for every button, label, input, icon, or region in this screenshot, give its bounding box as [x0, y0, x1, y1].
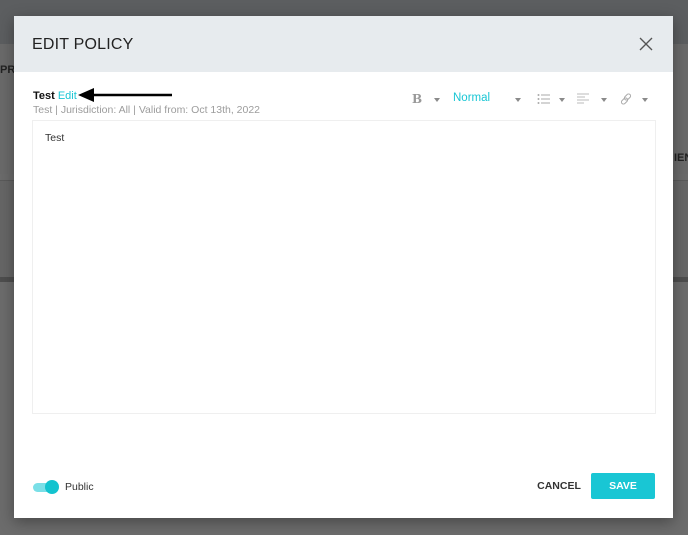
chevron-down-icon[interactable] — [515, 98, 521, 102]
edit-policy-modal: EDIT POLICY Test Edit Test | Jurisdiction… — [14, 16, 673, 518]
chevron-down-icon[interactable] — [642, 98, 648, 102]
list-button[interactable] — [537, 93, 551, 108]
background-label: IEN — [674, 152, 688, 164]
public-toggle[interactable] — [33, 480, 61, 494]
cancel-button[interactable]: CANCEL — [532, 473, 586, 499]
modal-header: EDIT POLICY — [14, 16, 673, 72]
policy-meta: Test | Jurisdiction: All | Valid from: O… — [33, 104, 261, 116]
modal-title: EDIT POLICY — [32, 36, 134, 53]
link-button[interactable] — [620, 93, 632, 108]
align-left-icon — [577, 93, 589, 104]
chevron-down-icon[interactable] — [559, 98, 565, 102]
background-label: PR — [0, 64, 16, 76]
public-label: Public — [65, 481, 94, 493]
edit-policy-name-link[interactable]: Edit — [58, 90, 77, 102]
policy-editor[interactable]: Test — [32, 120, 656, 414]
close-button[interactable] — [638, 36, 654, 52]
close-icon — [639, 37, 653, 51]
chevron-down-icon[interactable] — [601, 98, 607, 102]
format-select[interactable]: Normal — [453, 92, 490, 104]
toggle-knob — [45, 480, 59, 494]
chevron-down-icon[interactable] — [434, 98, 440, 102]
editor-content[interactable]: Test — [45, 132, 64, 144]
policy-name: Test Edit — [33, 90, 77, 102]
bold-button[interactable]: B — [412, 92, 422, 106]
policy-name-text: Test — [33, 90, 55, 102]
align-button[interactable] — [577, 93, 589, 108]
arrow-annotation-icon — [78, 88, 172, 102]
save-button[interactable]: SAVE — [591, 473, 655, 499]
link-icon — [620, 93, 632, 105]
list-icon — [537, 94, 550, 104]
